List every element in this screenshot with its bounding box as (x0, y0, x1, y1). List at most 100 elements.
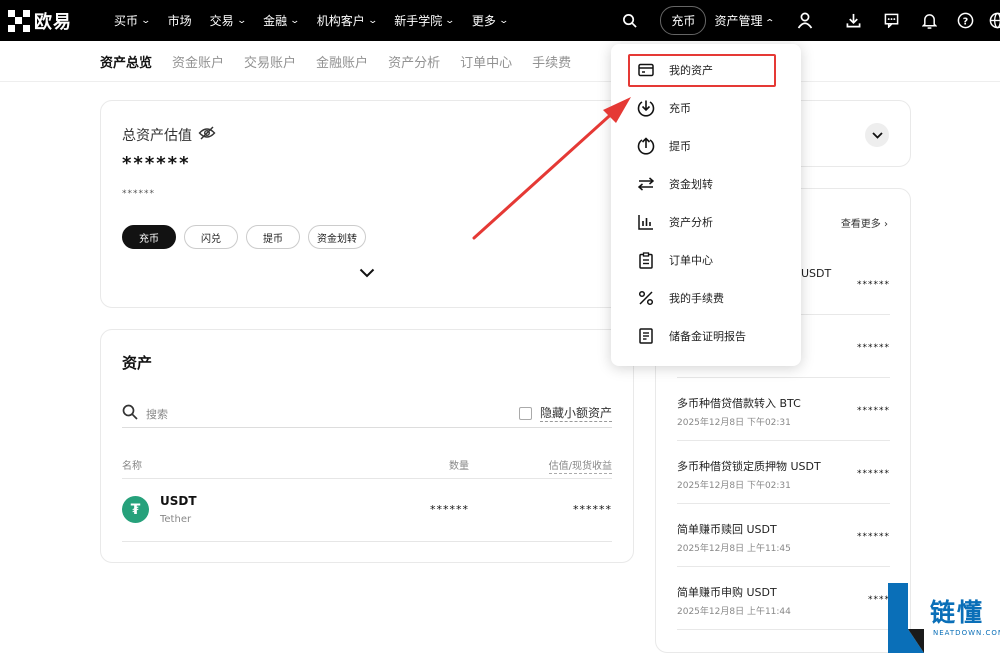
menu-item-order-center[interactable]: 订单中心 (637, 250, 713, 270)
col-name-header: 名称 (122, 461, 142, 472)
transfer-icon (637, 175, 655, 193)
chevron-down-icon[interactable] (865, 123, 889, 147)
col-qty-header[interactable]: 数量 (449, 457, 469, 472)
assets-table-header: 名称 数量 估值/现货收益 (122, 457, 612, 479)
record-value: ****** (857, 280, 890, 290)
watermark-logo: 链懂 NEATDOWN.COM (884, 583, 1000, 653)
search-icon[interactable] (620, 12, 638, 30)
record-value: ****** (857, 343, 890, 353)
record-time: 2025年12月8日 上午11:45 (677, 544, 791, 554)
record-time: 2025年12月8日 下午02:31 (677, 418, 791, 428)
record-title: 简单赚币申购 USDT (677, 586, 777, 599)
deposit-icon (637, 99, 655, 117)
record-value: ****** (857, 469, 890, 479)
chevron-down-icon: ⌄ (289, 15, 301, 26)
see-more-link[interactable]: 查看更多 › (841, 215, 888, 230)
total-assets-value: ****** (122, 153, 191, 174)
coin-quantity: ****** (430, 503, 469, 516)
report-icon (637, 327, 655, 345)
usdt-coin-icon: ₮ (122, 496, 149, 523)
menu-item-asset-analysis[interactable]: 资产分析 (637, 212, 713, 232)
tab-asset-analysis[interactable]: 资产分析 (388, 52, 440, 71)
list-item[interactable]: 简单赚币赎回 USDT 2025年12月8日 上午11:45 ****** (677, 505, 890, 567)
list-item[interactable]: 多币种借贷锁定质押物 USDT 2025年12月8日 下午02:31 *****… (677, 442, 890, 504)
asset-subtabs: 资产总览 资金账户 交易账户 金融账户 资产分析 订单中心 手续费 (100, 41, 591, 81)
coin-symbol: USDT (160, 494, 197, 508)
nav-market[interactable]: 市场 (168, 12, 192, 29)
asset-search-bar[interactable]: 搜索 隐藏小额资产 (122, 400, 612, 428)
watermark-l-icon (888, 583, 924, 653)
logo-text: 欧易 (34, 12, 72, 33)
user-icon[interactable] (796, 12, 814, 30)
hide-small-checkbox[interactable] (518, 406, 532, 420)
total-assets-sub-value: ****** (122, 189, 155, 199)
search-icon (122, 404, 138, 424)
tab-order-center[interactable]: 订单中心 (460, 52, 512, 71)
nav-trade[interactable]: 交易 ⌄ (210, 12, 247, 29)
coin-value: ****** (573, 503, 612, 516)
menu-item-my-fees[interactable]: 我的手续费 (637, 288, 724, 308)
list-item[interactable]: 多币种借贷借款转入 BTC 2025年12月8日 下午02:31 ****** (677, 379, 890, 441)
chevron-down-icon: ⌄ (498, 15, 509, 26)
search-input[interactable]: 搜索 (146, 406, 168, 422)
assets-title: 资产 (122, 354, 153, 372)
asset-management-dropdown: 我的资产 充币 提币 资金划转 资产分析 订单中心 我的手续费 储备金证明报告 (611, 44, 801, 366)
asset-management-menu[interactable]: 资产管理 ⌄ (714, 12, 776, 29)
overview-action-buttons: 充币 闪兑 提币 资金划转 (122, 225, 366, 249)
nav-institutional[interactable]: 机构客户 ⌄ (317, 12, 378, 29)
convert-button[interactable]: 闪兑 (184, 225, 238, 249)
watermark-text: 链懂 (930, 598, 985, 627)
svg-text:?: ? (962, 16, 967, 27)
message-icon[interactable] (882, 12, 900, 30)
okx-logo[interactable]: 欧易 (8, 8, 72, 34)
globe-icon[interactable] (988, 12, 1000, 30)
tab-trading-account[interactable]: 交易账户 (244, 52, 296, 71)
clipboard-icon (637, 251, 655, 269)
record-title: 多币种借贷借款转入 BTC (677, 397, 801, 410)
nav-finance[interactable]: 金融 ⌄ (263, 12, 301, 29)
watermark-sub: NEATDOWN.COM (933, 629, 1000, 637)
chevron-down-icon: ⌄ (444, 15, 456, 26)
total-assets-title: 总资产估值 (122, 125, 216, 145)
record-value: ****** (857, 406, 890, 416)
bell-icon[interactable] (920, 12, 938, 30)
transfer-button[interactable]: 资金划转 (308, 225, 366, 249)
menu-item-withdraw[interactable]: 提币 (637, 136, 691, 156)
tab-asset-overview[interactable]: 资产总览 (100, 52, 152, 71)
deposit-action-button[interactable]: 充币 (122, 225, 176, 249)
record-time: 2025年12月8日 下午02:31 (677, 481, 791, 491)
chevron-up-icon: ⌄ (764, 15, 776, 26)
tab-finance-account[interactable]: 金融账户 (316, 52, 368, 71)
tab-fees[interactable]: 手续费 (532, 52, 571, 71)
menu-item-transfer[interactable]: 资金划转 (637, 174, 713, 194)
nav-buy-crypto[interactable]: 买币 ⌄ (114, 12, 152, 29)
col-value-header[interactable]: 估值/现货收益 (548, 457, 612, 474)
record-title: 简单赚币赎回 USDT (677, 523, 777, 536)
record-time: 2025年12月8日 上午11:44 (677, 607, 791, 617)
withdraw-button[interactable]: 提币 (246, 225, 300, 249)
help-icon[interactable]: ? (956, 12, 974, 30)
menu-item-proof-of-reserves[interactable]: 储备金证明报告 (637, 326, 746, 346)
total-assets-card: 总资产估值 ****** ****** 充币 闪兑 提币 资金划转 (100, 100, 634, 308)
withdraw-icon (637, 137, 655, 155)
nav-academy[interactable]: 新手学院 ⌄ (394, 12, 456, 29)
chevron-down-icon: ⌄ (140, 15, 152, 26)
expand-chevron-icon[interactable] (359, 263, 375, 282)
menu-item-deposit[interactable]: 充币 (637, 98, 691, 118)
eye-off-icon[interactable] (198, 126, 216, 144)
deposit-button[interactable]: 充币 (660, 6, 707, 35)
assets-card: 资产 搜索 隐藏小额资产 名称 数量 估值/现货收益 ₮ USDT Tether… (100, 329, 634, 563)
chevron-down-icon: ⌄ (236, 15, 247, 26)
chart-icon (637, 213, 655, 231)
download-icon[interactable] (844, 12, 862, 30)
chevron-down-icon: ⌄ (367, 15, 378, 26)
coin-name: Tether (160, 514, 192, 525)
table-row[interactable]: ₮ USDT Tether ****** ****** (122, 482, 612, 542)
highlight-box (628, 54, 776, 87)
list-item[interactable]: 简单赚币申购 USDT 2025年12月8日 上午11:44 **** (677, 568, 890, 630)
record-value: ****** (857, 532, 890, 542)
tab-funding-account[interactable]: 资金账户 (172, 52, 224, 71)
nav-right-tools: 充币 资产管理 ⌄ ? (620, 0, 1000, 41)
nav-more[interactable]: 更多 ⌄ (472, 12, 509, 29)
hide-small-assets-toggle[interactable]: 隐藏小额资产 (518, 404, 612, 422)
